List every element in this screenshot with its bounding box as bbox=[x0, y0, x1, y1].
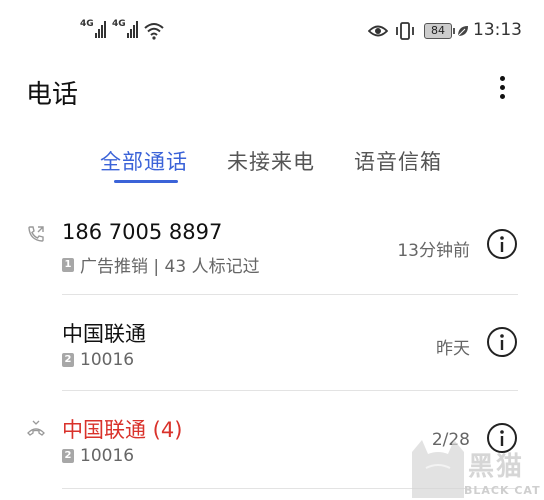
battery-icon: 84 bbox=[424, 23, 455, 39]
call-details: 2 10016 bbox=[62, 446, 134, 466]
call-time: 昨天 bbox=[436, 339, 470, 359]
sim-badge: 1 bbox=[62, 257, 74, 272]
sim-badge: 2 bbox=[62, 353, 74, 367]
watermark-subtext: BLACK CAT bbox=[464, 484, 541, 497]
row-divider bbox=[62, 294, 518, 295]
outgoing-call-icon bbox=[28, 226, 44, 242]
status-time: 13:13 bbox=[473, 20, 522, 40]
call-time: 13分钟前 bbox=[397, 241, 470, 261]
info-icon[interactable] bbox=[486, 228, 518, 260]
vibrate-icon bbox=[396, 22, 414, 40]
wifi-icon bbox=[144, 23, 164, 40]
active-tab-indicator bbox=[114, 180, 178, 183]
status-bar: 4G 4G 84 13:13 bbox=[0, 0, 544, 60]
signal-icon: 4G bbox=[80, 20, 106, 38]
dot-icon bbox=[499, 94, 505, 99]
missed-call-icon bbox=[27, 420, 45, 436]
call-details: 1 广告推销 | 43 人标记过 bbox=[62, 252, 260, 277]
page-title: 电话 bbox=[26, 80, 79, 110]
sim-badge: 2 bbox=[62, 449, 74, 463]
network-type-label: 4G bbox=[80, 19, 94, 29]
call-detail-text: 广告推销 | 43 人标记过 bbox=[80, 257, 260, 277]
caller-name: 中国联通 bbox=[62, 322, 146, 346]
watermark-text: 黑猫 bbox=[468, 452, 525, 482]
tab-missed-calls[interactable]: 未接来电 bbox=[227, 146, 315, 176]
call-detail-text: 10016 bbox=[80, 350, 135, 370]
caller-name: 中国联通 (4) bbox=[62, 418, 183, 442]
tab-all-calls[interactable]: 全部通话 bbox=[100, 146, 188, 176]
tab-voicemail[interactable]: 语音信箱 bbox=[354, 146, 442, 176]
row-divider bbox=[62, 390, 518, 391]
more-options-button[interactable] bbox=[490, 72, 514, 106]
call-details: 2 10016 bbox=[62, 350, 134, 370]
caller-name: 186 7005 8897 bbox=[62, 220, 223, 244]
network-type-label: 4G bbox=[112, 19, 126, 29]
dot-icon bbox=[499, 76, 505, 81]
power-saving-leaf-icon bbox=[457, 26, 468, 37]
dot-icon bbox=[499, 85, 505, 90]
info-icon[interactable] bbox=[486, 326, 518, 358]
call-log-row[interactable]: 中国联通 2 10016 昨天 bbox=[0, 308, 544, 406]
call-detail-text: 10016 bbox=[80, 446, 135, 466]
signal-icon: 4G bbox=[112, 20, 138, 38]
eye-comfort-icon bbox=[368, 25, 388, 37]
